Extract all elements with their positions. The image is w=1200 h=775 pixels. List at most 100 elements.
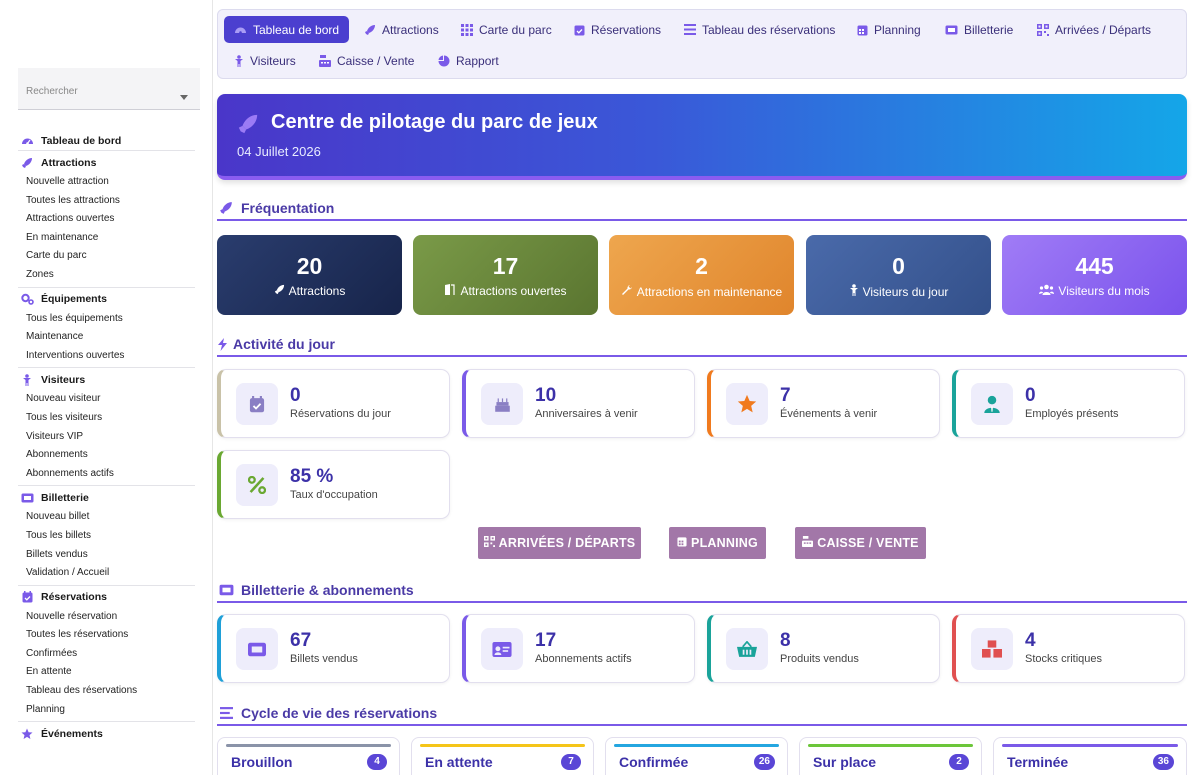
arrivees-departs-button[interactable]: ARRIVÉES / DÉPARTS [478,527,641,559]
sidebar-item-label: Visiteurs [41,373,86,386]
tab-reservations[interactable]: Réservations [564,16,671,43]
sidebar-item-toutes-attractions[interactable]: Toutes les attractions [18,192,195,211]
chevron-down-icon[interactable] [180,95,188,100]
tab-tableau-des-reservations[interactable]: Tableau des réservations [674,16,845,43]
tab-attractions[interactable]: Attractions [354,16,449,43]
sidebar-item-nouvelle-attraction[interactable]: Nouvelle attraction [18,173,195,192]
stat-value: 17 [492,253,519,279]
status-bar [1002,744,1178,747]
sidebar-item-toutes-reservations[interactable]: Toutes les réservations [18,626,195,645]
stat-tile-visiteurs-mois[interactable]: 445 Visiteurs du mois [1002,235,1187,315]
tab-rapport[interactable]: Rapport [428,47,509,74]
tab-label: Carte du parc [479,22,552,37]
ticketing-card-abonnements[interactable]: 17 Abonnements actifs [462,614,695,683]
stat-label: Visiteurs du jour [862,284,949,299]
sidebar-item-maintenance[interactable]: Maintenance [18,328,195,347]
sidebar-item-confirmees[interactable]: Confirmées [18,645,195,664]
activity-card-evenements[interactable]: 7 Événements à venir [707,369,940,438]
caisse-vente-button[interactable]: CAISSE / VENTE [795,527,926,559]
sidebar-head-visiteurs[interactable]: Visiteurs [18,369,195,390]
sidebar-item-visiteurs-vip[interactable]: Visiteurs VIP [18,428,195,447]
sidebar-item-planning[interactable]: Planning [18,701,195,720]
sidebar-item-nouveau-billet[interactable]: Nouveau billet [18,508,195,527]
sidebar-item-abonnements[interactable]: Abonnements [18,446,195,465]
door-open-icon [444,284,456,298]
sidebar-item-validation-accueil[interactable]: Validation / Accueil [18,564,195,583]
sidebar-item-tableau-de-bord[interactable]: Tableau de bord [18,130,195,151]
lifecycle-card-sur-place[interactable]: Sur place 2 [799,737,982,775]
card-value: 85 % [290,466,334,487]
sidebar-head-attractions[interactable]: Attractions [18,152,195,173]
lifecycle-card-terminee[interactable]: Terminée 36 [993,737,1187,775]
gauge-icon [234,24,247,35]
sidebar: Rechercher Tableau de bord Attractions N… [0,0,213,775]
sidebar-head-equipements[interactable]: Équipements [18,289,195,310]
activity-card-taux-occupation[interactable]: 85 % Taux d'occupation [217,450,450,519]
sidebar-item-zones[interactable]: Zones [18,266,195,285]
card-value: 4 [1025,630,1036,651]
sidebar-head-reservations[interactable]: Réservations [18,587,195,608]
qrcode-icon [1037,23,1049,36]
stat-tile-attractions[interactable]: 20 Attractions [217,235,402,315]
sidebar-item-attractions-ouvertes[interactable]: Attractions ouvertes [18,210,195,229]
sidebar-group-reservations: Réservations Nouvelle réservation Toutes… [18,586,195,723]
tab-caisse-vente[interactable]: Caisse / Vente [309,47,424,74]
ticket-icon [20,492,34,504]
ticketing-card-produits[interactable]: 8 Produits vendus [707,614,940,683]
card-value: 17 [535,630,557,651]
ticket-icon [217,584,235,596]
status-bar [420,744,585,747]
activity-card-employes[interactable]: 0 Employés présents [952,369,1185,438]
list-icon [684,24,696,35]
sidebar-item-tous-equipements[interactable]: Tous les équipements [18,310,195,329]
sidebar-head-billetterie[interactable]: Billetterie [18,487,195,508]
sidebar-item-tableau-reservations[interactable]: Tableau des réservations [18,682,195,701]
section-title: Cycle de vie des réservations [241,705,438,721]
activity-card-reservations[interactable]: 0 Réservations du jour [217,369,450,438]
tab-label: Réservations [591,22,662,37]
ticketing-card-stocks[interactable]: 4 Stocks critiques [952,614,1185,683]
card-label: Événements à venir [780,408,878,420]
sidebar-head-evenements[interactable]: Événements [18,723,195,744]
tab-billetterie[interactable]: Billetterie [935,16,1023,43]
sidebar-item-nouvelle-reservation[interactable]: Nouvelle réservation [18,608,195,627]
stat-tile-visiteurs-jour[interactable]: 0 Visiteurs du jour [806,235,991,315]
tab-visiteurs[interactable]: Visiteurs [224,47,306,74]
tab-arrivees-departs[interactable]: Arrivées / Départs [1027,16,1161,43]
ticketing-card-billets[interactable]: 67 Billets vendus [217,614,450,683]
sidebar-item-abonnements-actifs[interactable]: Abonnements actifs [18,465,195,484]
section-activite: Activité du jour [217,333,1187,357]
sidebar-item-tous-billets[interactable]: Tous les billets [18,527,195,546]
lifecycle-card-en-attente[interactable]: En attente 7 [411,737,594,775]
pie-chart-icon [438,55,450,67]
card-label: Produits vendus [780,653,859,665]
sidebar-item-en-attente[interactable]: En attente [18,663,195,682]
card-label: Réservations du jour [290,408,391,420]
child-icon [20,374,34,386]
percent-icon [236,464,278,506]
button-label: CAISSE / VENTE [817,536,919,550]
page-title: Centre de pilotage du parc de jeux [271,111,598,133]
lifecycle-label: Sur place [813,754,877,770]
sidebar-item-carte-du-parc[interactable]: Carte du parc [18,247,195,266]
sidebar-item-nouveau-visiteur[interactable]: Nouveau visiteur [18,390,195,409]
sidebar-item-label: Événements [41,727,103,740]
planning-button[interactable]: PLANNING [669,527,766,559]
search-select[interactable]: Rechercher [18,68,200,110]
sidebar-item-en-maintenance[interactable]: En maintenance [18,229,195,248]
sidebar-item-billets-vendus[interactable]: Billets vendus [18,546,195,565]
rocket-icon [274,284,285,298]
lifecycle-card-brouillon[interactable]: Brouillon 4 [217,737,400,775]
tab-carte-du-parc[interactable]: Carte du parc [451,16,562,43]
stat-tile-attractions-ouvertes[interactable]: 17 Attractions ouvertes [413,235,598,315]
stat-label: Attractions en maintenance [636,284,783,299]
tab-tableau-de-bord[interactable]: Tableau de bord [224,16,350,43]
rocket-icon [237,113,259,140]
sidebar-item-tous-visiteurs[interactable]: Tous les visiteurs [18,409,195,428]
tab-planning[interactable]: Planning [847,16,931,43]
section-title: Billetterie & abonnements [241,582,414,598]
lifecycle-card-confirmee[interactable]: Confirmée 26 [605,737,788,775]
sidebar-item-interventions-ouvertes[interactable]: Interventions ouvertes [18,347,195,366]
activity-card-anniversaires[interactable]: 10 Anniversaires à venir [462,369,695,438]
stat-tile-attractions-maintenance[interactable]: 2 Attractions en maintenance [609,235,794,315]
